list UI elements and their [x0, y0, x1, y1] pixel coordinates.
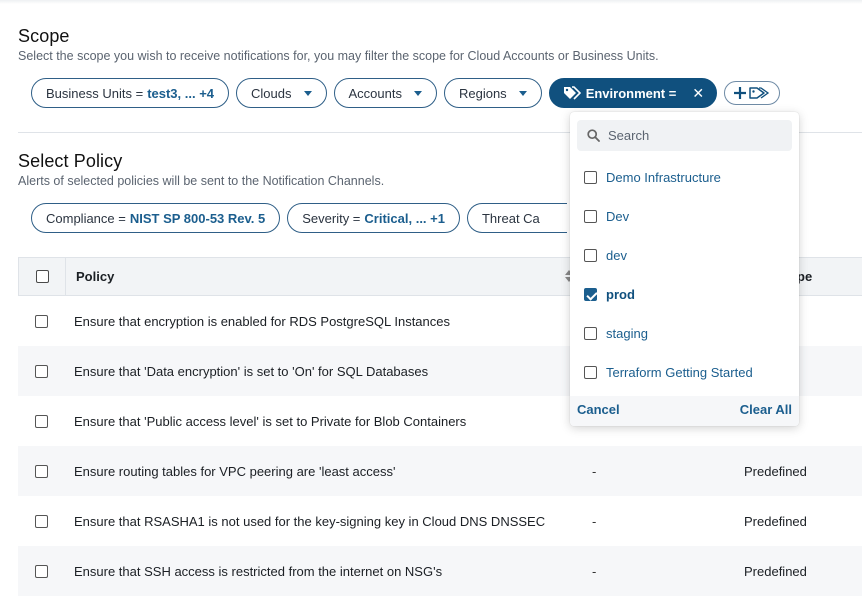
policy-type: Predefined [744, 563, 807, 579]
search-icon [587, 129, 600, 142]
select-all-checkbox[interactable] [35, 270, 49, 283]
environment-dropdown: Demo Infrastructure Dev dev prod staging Terr… [570, 112, 799, 426]
top-shadow [0, 0, 862, 4]
add-tag-filter-button[interactable] [724, 81, 781, 105]
table-row[interactable]: Ensure that RSASHA1 is not used for the … [18, 496, 862, 546]
row-value: - [592, 463, 597, 479]
policy-subtitle: Alerts of selected policies will be sent… [18, 174, 385, 188]
option-label: Dev [606, 209, 630, 224]
policy-name: Ensure that encryption is enabled for RD… [74, 313, 450, 329]
cancel-button[interactable]: Cancel [577, 402, 620, 417]
search-input[interactable] [608, 128, 778, 143]
option-checkbox[interactable] [584, 249, 597, 262]
policy-type: Predefined [744, 513, 807, 529]
row-value: - [592, 563, 597, 579]
search-box[interactable] [577, 120, 792, 151]
option-checkbox[interactable] [584, 327, 597, 340]
row-checkbox[interactable] [34, 464, 48, 478]
option-label: Terraform Getting Started [606, 365, 753, 380]
scope-title: Scope [18, 26, 70, 46]
dropdown-option[interactable]: prod [584, 287, 635, 302]
accounts-filter[interactable]: Accounts [333, 78, 437, 108]
dropdown-option[interactable]: Dev [584, 209, 629, 224]
option-label: dev [606, 248, 627, 263]
option-label: prod [606, 287, 635, 302]
row-checkbox[interactable] [34, 314, 48, 328]
threat-category-filter[interactable]: Threat Ca [466, 203, 567, 233]
regions-filter[interactable]: Regions [443, 78, 542, 108]
severity-filter[interactable]: Severity = Critical, ... +1 [287, 203, 460, 233]
policy-name: Ensure routing tables for VPC peering ar… [74, 463, 396, 479]
scope-filter-row: Business Units = test3, ... +4 Clouds Ac… [31, 78, 781, 108]
chevron-down-icon [413, 90, 422, 96]
dropdown-footer: Cancel Clear All [570, 396, 799, 426]
business-units-filter[interactable]: Business Units = test3, ... +4 [31, 78, 230, 108]
chevron-down-icon [518, 90, 527, 96]
scope-subtitle: Select the scope you wish to receive not… [18, 49, 659, 63]
close-icon[interactable]: ✕ [692, 85, 704, 102]
option-label: Demo Infrastructure [606, 170, 721, 185]
environment-filter[interactable]: Environment = ✕ [548, 78, 718, 108]
dropdown-option[interactable]: dev [584, 248, 627, 263]
add-tag-icon [734, 87, 770, 99]
tags-icon [563, 86, 581, 100]
table-row[interactable]: Ensure that SSH access is restricted fro… [18, 546, 862, 596]
row-checkbox[interactable] [34, 364, 48, 378]
policy-column-header[interactable]: Policy [65, 257, 585, 296]
policy-name: Ensure that 'Public access level' is set… [74, 413, 467, 429]
option-label: staging [606, 326, 648, 341]
clouds-filter[interactable]: Clouds [236, 78, 327, 108]
option-checkbox[interactable] [584, 288, 597, 301]
compliance-filter[interactable]: Compliance = NIST SP 800-53 Rev. 5 [31, 203, 281, 233]
chevron-down-icon [303, 90, 312, 96]
option-checkbox[interactable] [584, 210, 597, 223]
option-checkbox[interactable] [584, 171, 597, 184]
policy-title: Select Policy [18, 151, 123, 171]
type-column-header[interactable]: pe [797, 269, 812, 284]
policy-type: Predefined [744, 463, 807, 479]
dropdown-option[interactable]: staging [584, 326, 648, 341]
clear-all-button[interactable]: Clear All [740, 402, 792, 417]
table-row[interactable]: Ensure routing tables for VPC peering ar… [18, 446, 862, 496]
dropdown-option[interactable]: Demo Infrastructure [584, 170, 721, 185]
option-checkbox[interactable] [584, 366, 597, 379]
row-checkbox[interactable] [34, 564, 48, 578]
policy-name: Ensure that RSASHA1 is not used for the … [74, 513, 546, 529]
row-checkbox[interactable] [34, 414, 48, 428]
dropdown-option[interactable]: Terraform Getting Started [584, 365, 753, 380]
policy-filter-row: Compliance = NIST SP 800-53 Rev. 5 Sever… [31, 203, 567, 233]
row-checkbox[interactable] [34, 514, 48, 528]
policy-name: Ensure that SSH access is restricted fro… [74, 563, 443, 579]
row-value: - [592, 513, 597, 529]
policy-name: Ensure that 'Data encryption' is set to … [74, 363, 429, 379]
